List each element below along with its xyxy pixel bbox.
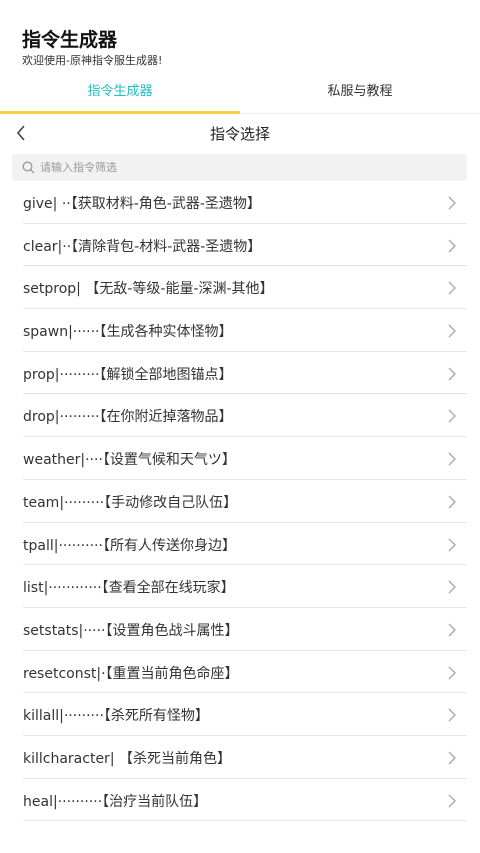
- chevron-right-icon: [448, 281, 456, 295]
- search-input[interactable]: [40, 161, 440, 174]
- command-label: resetconst|·【重置当前角色命座】: [23, 665, 239, 682]
- command-list-item[interactable]: killcharacter| 【杀死当前角色】: [23, 736, 467, 779]
- command-list-item[interactable]: list|············【查看全部在线玩家】: [23, 565, 467, 608]
- tab-command-generator[interactable]: 指令生成器: [0, 76, 240, 114]
- app-subtitle: 欢迎使用-原神指令服生成器!: [22, 54, 163, 67]
- search-icon: [22, 161, 35, 174]
- command-label: drop|·········【在你附近掉落物品】: [23, 409, 233, 426]
- section-title: 指令选择: [209, 125, 270, 143]
- chevron-right-icon: [448, 367, 456, 381]
- command-label: team|·········【手动修改自己队伍】: [23, 494, 238, 511]
- command-list-item[interactable]: give| ··【获取材料-角色-武器-圣遗物】: [23, 181, 467, 224]
- command-list-item[interactable]: team|·········【手动修改自己队伍】: [23, 480, 467, 523]
- command-label: tpall|··········【所有人传送你身边】: [23, 537, 236, 554]
- subheader: 指令选择: [0, 114, 480, 152]
- chevron-right-icon: [448, 324, 456, 338]
- command-list-item[interactable]: tpall|··········【所有人传送你身边】: [23, 523, 467, 566]
- command-list-item[interactable]: prop|·········【解锁全部地图锚点】: [23, 352, 467, 395]
- command-list-item[interactable]: setprop| 【无敌-等级-能量-深渊-其他】: [23, 266, 467, 310]
- command-list-item[interactable]: heal|··········【治疗当前队伍】: [23, 779, 467, 822]
- command-label: list|············【查看全部在线玩家】: [23, 580, 235, 597]
- command-label: heal|··········【治疗当前队伍】: [23, 793, 208, 810]
- chevron-right-icon: [448, 751, 456, 765]
- tab-bar: 指令生成器 私服与教程: [0, 76, 480, 114]
- command-label: setstats|·····【设置角色战斗属性】: [23, 622, 239, 639]
- chevron-right-icon: [448, 409, 456, 423]
- app-title: 指令生成器: [22, 29, 118, 51]
- chevron-right-icon: [448, 623, 456, 637]
- command-list-item[interactable]: killall|·········【杀死所有怪物】: [23, 693, 467, 736]
- chevron-right-icon: [448, 452, 456, 466]
- chevron-right-icon: [448, 794, 456, 808]
- chevron-right-icon: [448, 239, 456, 253]
- command-list: give| ··【获取材料-角色-武器-圣遗物】 clear|··【清除背包-材料…: [23, 181, 467, 822]
- chevron-right-icon: [448, 580, 456, 594]
- tab-private-server-tutorial[interactable]: 私服与教程: [240, 76, 480, 114]
- search-bar[interactable]: [12, 154, 467, 181]
- command-label: prop|·········【解锁全部地图锚点】: [23, 366, 233, 383]
- command-label: give| ··【获取材料-角色-武器-圣遗物】: [23, 196, 261, 212]
- chevron-right-icon: [448, 495, 456, 509]
- command-label: clear|··【清除背包-材料-武器-圣遗物】: [23, 238, 262, 255]
- command-list-item[interactable]: drop|·········【在你附近掉落物品】: [23, 394, 467, 438]
- chevron-right-icon: [448, 708, 456, 722]
- chevron-right-icon: [448, 196, 456, 210]
- command-label: setprop| 【无敌-等级-能量-深渊-其他】: [23, 281, 274, 298]
- chevron-right-icon: [448, 666, 456, 680]
- chevron-right-icon: [448, 538, 456, 551]
- command-list-item[interactable]: clear|··【清除背包-材料-武器-圣遗物】: [23, 224, 467, 267]
- command-list-item[interactable]: weather|····【设置气候和天气ツ】: [23, 437, 467, 480]
- app-header: 指令生成器 欢迎使用-原神指令服生成器!: [0, 0, 480, 76]
- command-list-item[interactable]: spawn|······【生成各种实体怪物】: [23, 309, 467, 352]
- command-label: weather|····【设置气候和天气ツ】: [23, 452, 236, 469]
- command-label: killcharacter| 【杀死当前角色】: [23, 750, 231, 767]
- command-label: killall|·········【杀死所有怪物】: [23, 708, 209, 725]
- command-list-item[interactable]: setstats|·····【设置角色战斗属性】: [23, 608, 467, 651]
- command-label: spawn|······【生成各种实体怪物】: [23, 324, 233, 341]
- command-list-item[interactable]: resetconst|·【重置当前角色命座】: [23, 651, 467, 694]
